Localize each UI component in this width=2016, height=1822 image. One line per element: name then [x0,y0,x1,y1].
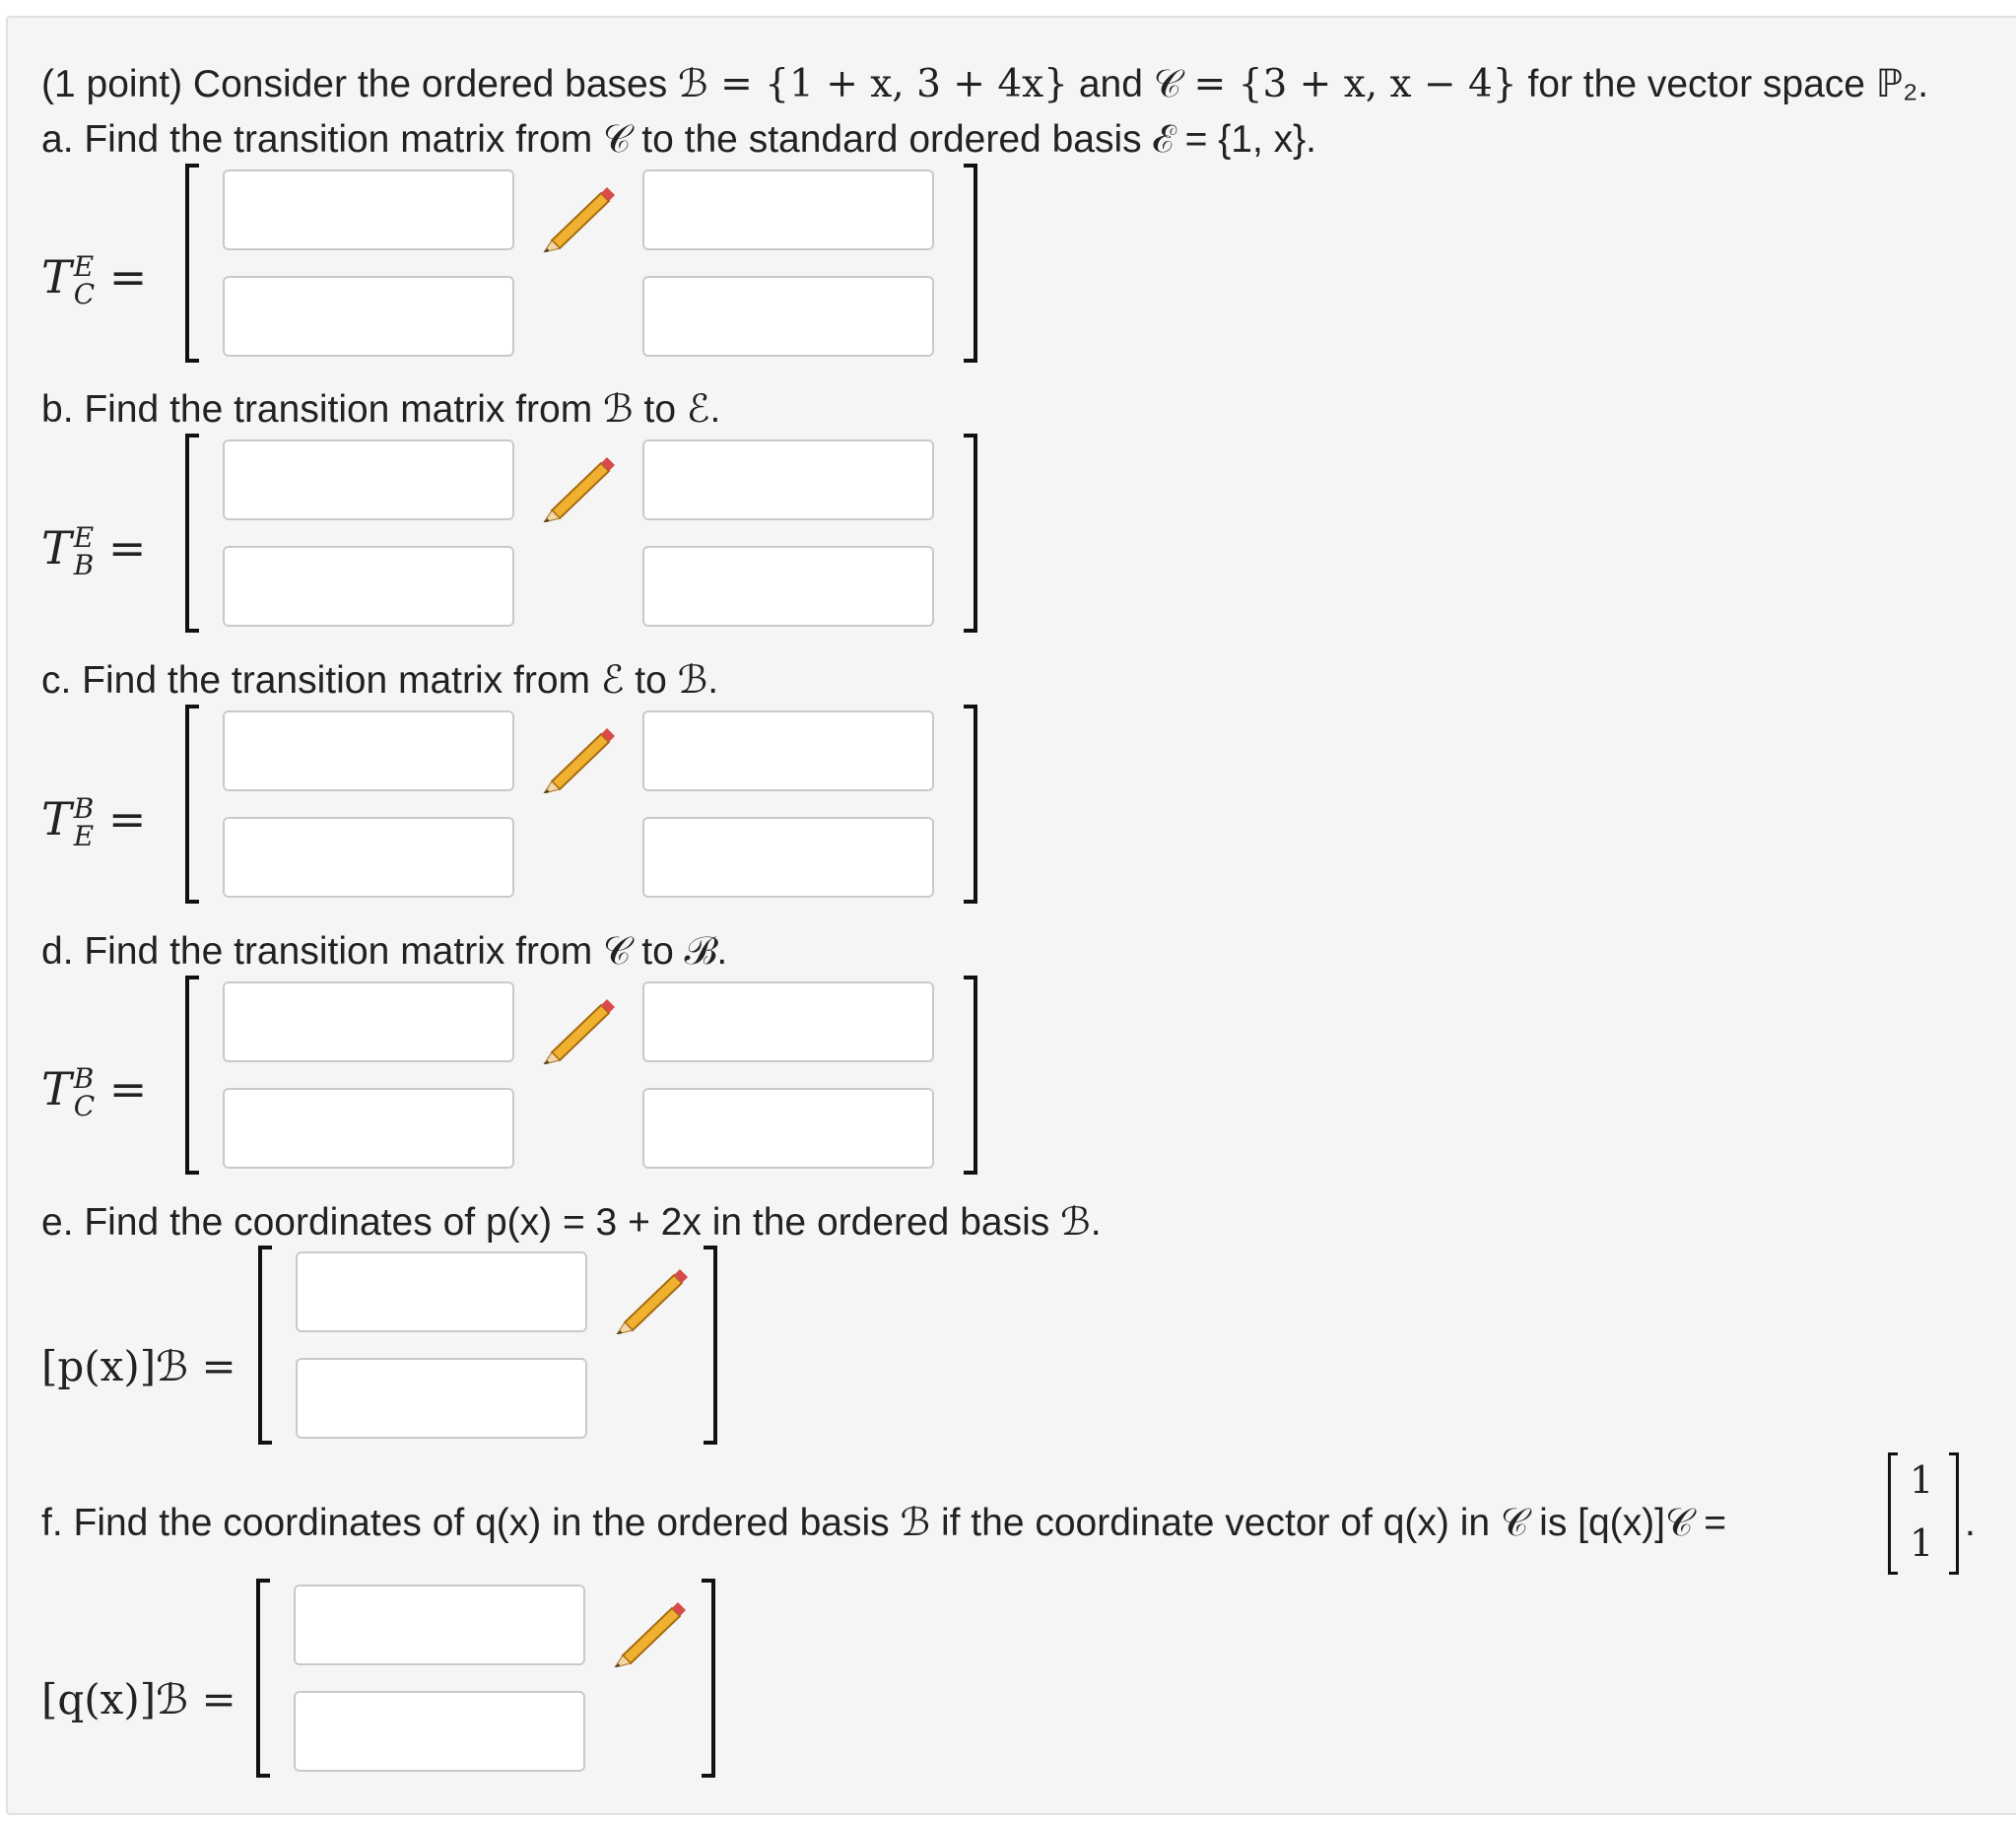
intro-and: and [1067,63,1154,105]
answer-input[interactable] [225,983,512,1060]
part-d-label: TBC = [41,1062,147,1120]
answer-input[interactable] [225,819,512,896]
answer-field [642,169,934,250]
answer-input[interactable] [296,1586,583,1663]
answer-field [642,276,934,357]
pencil-icon[interactable] [611,1598,686,1668]
answer-input[interactable] [298,1253,585,1330]
matrix-bracket-left [185,164,199,363]
label-sup: B [73,1062,95,1095]
given-vector-bracket-left [1888,1452,1898,1575]
answer-input[interactable] [644,171,932,248]
label-sub: E [73,820,95,852]
given-vector-bottom: 1 [1910,1521,1934,1565]
answer-field [223,981,514,1062]
answer-field [642,546,934,627]
label-sub: B [73,549,95,581]
label-symbol: T [41,792,72,845]
part-a-prompt: a. Find the transition matrix from 𝒞 to … [41,118,1316,161]
pencil-icon[interactable] [540,995,615,1065]
answer-input[interactable] [225,441,512,518]
matrix-bracket-right [964,705,977,904]
pencil-icon[interactable] [540,724,615,794]
answer-input[interactable] [225,548,512,625]
answer-field [223,817,514,898]
answer-field [223,1088,514,1169]
answer-field [296,1358,587,1439]
answer-field [223,439,514,520]
answer-input[interactable] [298,1360,585,1437]
part-c-prompt: c. Find the transition matrix from ℰ to … [41,659,719,702]
equals-sign: = [107,521,147,574]
answer-field [223,276,514,357]
answer-input[interactable] [225,712,512,789]
label-sub: C [73,1090,96,1122]
equals-sign: = [108,250,148,304]
equals-sign: = [107,792,147,845]
part-f-label: [q(x)]ℬ = [41,1675,236,1723]
part-e-label: [p(x)]ℬ = [41,1342,236,1390]
answer-field [294,1691,585,1772]
label-symbol: T [41,250,72,304]
pencil-icon[interactable] [540,183,615,253]
label-symbol: T [41,521,72,574]
answer-input[interactable] [296,1693,583,1770]
part-e-prompt: e. Find the coordinates of p(x) = 3 + 2x… [41,1201,1102,1244]
problem-intro: (1 point) Consider the ordered bases ℬ =… [41,57,1928,112]
equals-sign: = [108,1062,148,1115]
part-b-prompt: b. Find the transition matrix from ℬ to … [41,388,721,431]
problem-panel: (1 point) Consider the ordered bases ℬ =… [6,16,2016,1815]
answer-input[interactable] [644,278,932,355]
part-f-text: f. Find the coordinates of q(x) in the o… [41,1502,1727,1544]
vector-bracket-left [258,1246,272,1445]
answer-field [296,1251,587,1332]
part-b-label: TEB = [41,521,146,579]
matrix-bracket-left [185,976,199,1175]
answer-field [642,710,934,791]
intro-suffix: for the vector space ℙ₂. [1516,63,1929,105]
pencil-icon[interactable] [613,1265,688,1335]
part-f-end: . [1965,1502,1976,1544]
matrix-bracket-left [185,434,199,633]
answer-field [642,981,934,1062]
answer-input[interactable] [644,441,932,518]
answer-field [642,439,934,520]
matrix-bracket-right [964,434,977,633]
vector-bracket-right [702,1579,715,1778]
basis-b: ℬ = {1 + x, 3 + 4x} [678,62,1068,106]
matrix-bracket-left [185,705,199,904]
intro-prefix: (1 point) Consider the ordered bases [41,63,679,105]
given-vector-bracket-right [1949,1452,1959,1575]
answer-field [223,169,514,250]
matrix-bracket-right [964,976,977,1175]
basis-c: 𝒞 = {3 + x, x − 4} [1153,62,1517,106]
answer-field [223,710,514,791]
answer-input[interactable] [644,548,932,625]
vector-bracket-right [704,1246,717,1445]
label-sub: C [73,278,96,310]
pencil-icon[interactable] [540,453,615,523]
part-c-label: TBE = [41,792,146,850]
answer-field [294,1585,585,1665]
answer-input[interactable] [644,983,932,1060]
answer-input[interactable] [644,819,932,896]
part-d-prompt: d. Find the transition matrix from 𝒞 to … [41,930,728,973]
answer-input[interactable] [644,1090,932,1167]
label-sup: E [73,521,95,554]
given-vector-top: 1 [1910,1458,1934,1502]
answer-input[interactable] [225,1090,512,1167]
vector-bracket-left [256,1579,270,1778]
answer-field [223,546,514,627]
answer-field [642,817,934,898]
label-sup: B [73,792,95,825]
answer-input[interactable] [644,712,932,789]
label-symbol: T [41,1062,72,1115]
answer-field [642,1088,934,1169]
matrix-bracket-right [964,164,977,363]
answer-input[interactable] [225,278,512,355]
part-f-prompt: f. Find the coordinates of q(x) in the o… [41,1496,1726,1551]
part-a-label: TEC = [41,250,147,308]
label-sup: E [73,250,95,283]
answer-input[interactable] [225,171,512,248]
